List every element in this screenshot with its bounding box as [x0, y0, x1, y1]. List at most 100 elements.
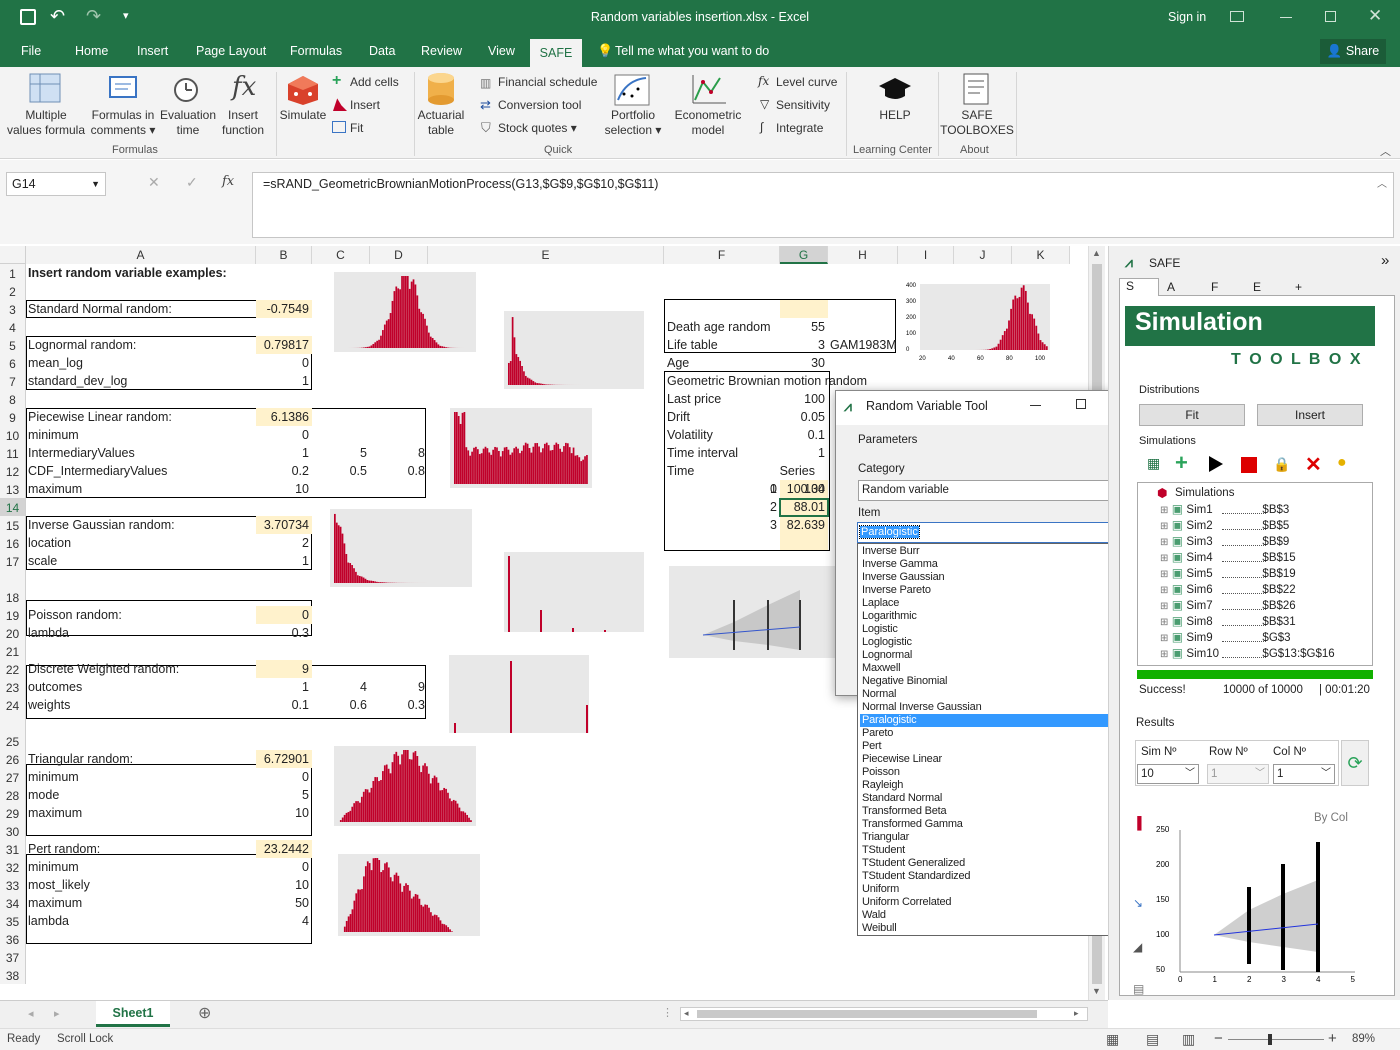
dropdown-option[interactable]: Maxwell	[860, 662, 1113, 675]
expand-icon[interactable]: ⊞	[1160, 521, 1168, 532]
page-break-view-icon[interactable]: ▥	[1182, 1031, 1195, 1048]
hscroll-thumb[interactable]	[697, 1010, 1037, 1018]
dropdown-option[interactable]: Poisson	[860, 766, 1113, 779]
dropdown-option[interactable]: Uniform Correlated	[860, 896, 1113, 909]
minimize-icon[interactable]	[1280, 17, 1292, 18]
dropdown-option[interactable]: Triangular	[860, 831, 1113, 844]
item-select[interactable]: Paralogistic ﹀	[857, 522, 1131, 543]
expand-formula-icon[interactable]: ︿	[1377, 175, 1387, 190]
dropdown-option[interactable]: Uniform	[860, 883, 1113, 896]
item-dropdown-list[interactable]: Inverse Burr Inverse Gamma Inverse Gaussia…	[857, 543, 1131, 936]
dropdown-option[interactable]: Lognormal	[860, 649, 1113, 662]
dropdown-option[interactable]: Pert	[860, 740, 1113, 753]
table-icon[interactable]: ▤	[1133, 982, 1144, 996]
sign-in-link[interactable]: Sign in	[1168, 10, 1206, 24]
hist-bar	[378, 339, 380, 348]
zoom-out-icon[interactable]: −	[1214, 1030, 1223, 1047]
scroll-right-icon[interactable]: ▸	[1074, 1008, 1079, 1019]
expand-icon[interactable]: ⊞	[1160, 585, 1168, 596]
close-icon[interactable]: ✕	[1368, 6, 1382, 26]
ribbon-display-icon[interactable]	[1230, 11, 1244, 22]
dropdown-option[interactable]: Inverse Gaussian	[860, 571, 1113, 584]
expand-icon[interactable]: ⊞	[1160, 553, 1168, 564]
horizontal-scrollbar[interactable]: ◂ ▸	[680, 1007, 1088, 1021]
leader-dots	[1222, 593, 1266, 594]
add-sheet-icon[interactable]: ⊕	[198, 1003, 211, 1023]
insert-button[interactable]: Insert	[1257, 404, 1363, 426]
sheet-tab-sheet1[interactable]: Sheet1	[96, 1001, 170, 1027]
fit-button[interactable]: Fit	[1139, 404, 1245, 426]
dropdown-option[interactable]: Transformed Gamma	[860, 818, 1113, 831]
hist-bar	[376, 858, 379, 932]
dropdown-option[interactable]: Rayleigh	[860, 779, 1113, 792]
histogram-icon[interactable]: ▐	[1133, 816, 1142, 830]
hist-bar	[465, 447, 468, 484]
pane-tab-a[interactable]: A	[1167, 280, 1175, 294]
delete-icon[interactable]: ✕	[1305, 452, 1322, 477]
pane-tab-s[interactable]: S	[1119, 278, 1159, 297]
lock-icon[interactable]: 🔒	[1273, 456, 1290, 473]
zoom-slider-thumb[interactable]	[1268, 1034, 1272, 1045]
expand-icon[interactable]: ⊞	[1160, 601, 1168, 612]
triangle-icon[interactable]: ◢	[1133, 940, 1142, 954]
dialog-maximize-icon[interactable]	[1076, 399, 1086, 409]
sim-no-select[interactable]: 10 ﹀	[1137, 764, 1199, 784]
dropdown-option[interactable]: Inverse Pareto	[860, 584, 1113, 597]
hist-bar	[1039, 340, 1042, 350]
dropdown-option[interactable]: Logarithmic	[860, 610, 1113, 623]
expand-icon[interactable]: ⊞	[1160, 617, 1168, 628]
category-select[interactable]: Random variable﹀	[858, 480, 1132, 501]
run-icon[interactable]	[1209, 456, 1223, 472]
share-button[interactable]: 👤 Share	[1320, 39, 1386, 64]
zoom-slider[interactable]	[1228, 1039, 1324, 1040]
dropdown-option[interactable]: Inverse Gamma	[860, 558, 1113, 571]
dropdown-option[interactable]: TStudent	[860, 844, 1113, 857]
expand-icon[interactable]: ⊞	[1160, 505, 1168, 516]
expand-icon[interactable]: ⊞	[1160, 569, 1168, 580]
dropdown-option[interactable]: Standard Normal	[860, 792, 1113, 805]
stop-icon[interactable]	[1241, 457, 1257, 473]
pane-tab-add[interactable]: +	[1295, 280, 1302, 294]
dropdown-option[interactable]: TStudent Generalized	[860, 857, 1113, 870]
dropdown-option[interactable]: Loglogistic	[860, 636, 1113, 649]
dropdown-option[interactable]: Pareto	[860, 727, 1113, 740]
scroll-left-icon[interactable]: ◂	[684, 1008, 689, 1019]
add-sim-icon[interactable]: +	[1175, 450, 1188, 476]
zoom-in-icon[interactable]: +	[1328, 1030, 1337, 1047]
dropdown-option[interactable]: TStudent Standardized	[860, 870, 1113, 883]
next-sheet-icon[interactable]: ▸	[54, 1007, 60, 1020]
refresh-button[interactable]: ⟳	[1341, 740, 1369, 786]
expand-icon[interactable]: ⊞	[1160, 649, 1168, 660]
pane-collapse-icon[interactable]: »	[1381, 252, 1389, 269]
dropdown-option[interactable]: Wald	[860, 909, 1113, 922]
dropdown-option[interactable]: Negative Binomial	[860, 675, 1113, 688]
prev-sheet-icon[interactable]: ◂	[28, 1007, 34, 1020]
dropdown-option[interactable]: Inverse Burr	[860, 545, 1113, 558]
dropdown-option[interactable]: Weibull	[860, 922, 1113, 935]
zoom-level[interactable]: 89%	[1352, 1033, 1375, 1045]
row-no-label: Row Nº	[1209, 746, 1248, 758]
dropdown-option[interactable]: Paralogistic	[860, 714, 1113, 727]
normal-view-icon[interactable]: ▦	[1106, 1031, 1119, 1048]
pane-tab-f[interactable]: F	[1211, 280, 1218, 294]
dropdown-option[interactable]: Normal	[860, 688, 1113, 701]
split-handle-icon[interactable]: ⋮	[662, 1006, 673, 1019]
expand-icon[interactable]: ⊞	[1160, 633, 1168, 644]
dropdown-option[interactable]: Piecewise Linear	[860, 753, 1113, 766]
lightbulb-icon[interactable]: ●	[1337, 454, 1347, 472]
collapse-ribbon-icon[interactable]: ︿	[1380, 143, 1391, 159]
hist-bar	[468, 817, 470, 822]
chart-line-icon[interactable]: ↘	[1133, 896, 1143, 910]
col-no-select[interactable]: 1 ﹀	[1273, 764, 1335, 784]
dropdown-option[interactable]: Transformed Beta	[860, 805, 1113, 818]
dialog-minimize-icon[interactable]	[1030, 405, 1041, 406]
dropdown-option[interactable]: Laplace	[860, 597, 1113, 610]
dropdown-option[interactable]: Logistic	[860, 623, 1113, 636]
row-no-select[interactable]: 1 ﹀	[1207, 764, 1269, 784]
page-layout-view-icon[interactable]: ▤	[1146, 1031, 1159, 1048]
new-sim-icon[interactable]: ▦	[1147, 455, 1160, 472]
maximize-icon[interactable]	[1325, 11, 1336, 22]
dropdown-option[interactable]: Normal Inverse Gaussian	[860, 701, 1113, 714]
pane-tab-e[interactable]: E	[1253, 280, 1261, 294]
expand-icon[interactable]: ⊞	[1160, 537, 1168, 548]
